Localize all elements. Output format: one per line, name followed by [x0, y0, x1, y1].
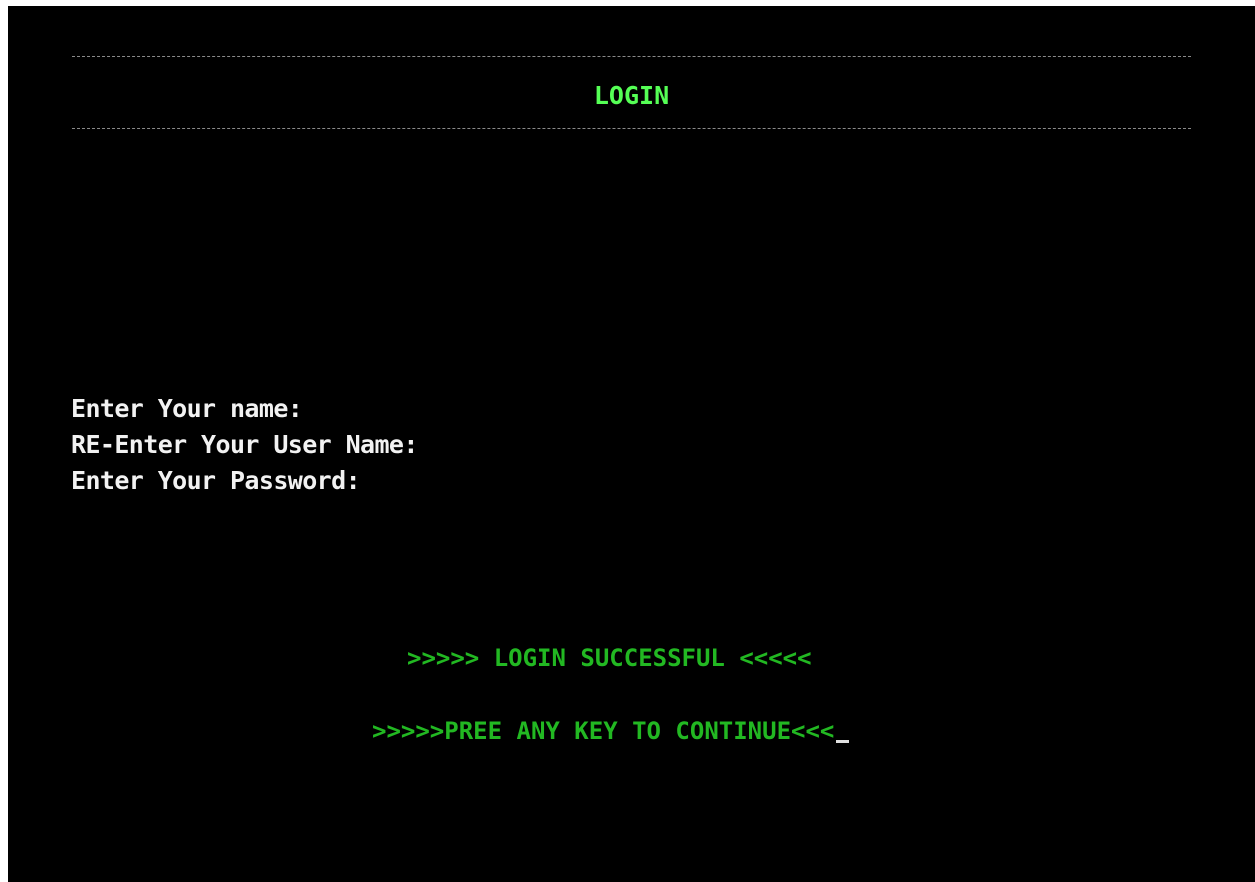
- bottom-divider: [72, 128, 1191, 129]
- top-divider: [72, 56, 1191, 57]
- screen-title: LOGIN: [593, 81, 670, 110]
- password-prompt: Enter Your Password:: [71, 466, 361, 495]
- reenter-username-prompt: RE-Enter Your User Name:: [71, 430, 418, 459]
- continue-line: >>>>>PREE ANY KEY TO CONTINUE<<<: [372, 717, 850, 745]
- text-cursor: [836, 740, 850, 743]
- login-status-message: >>>>> LOGIN SUCCESSFUL <<<<<: [407, 644, 812, 672]
- console-window[interactable]: LOGIN Enter Your name: RE-Enter Your Use…: [8, 6, 1255, 882]
- name-prompt: Enter Your name:: [71, 394, 303, 423]
- continue-message: >>>>>PREE ANY KEY TO CONTINUE<<<: [372, 717, 835, 745]
